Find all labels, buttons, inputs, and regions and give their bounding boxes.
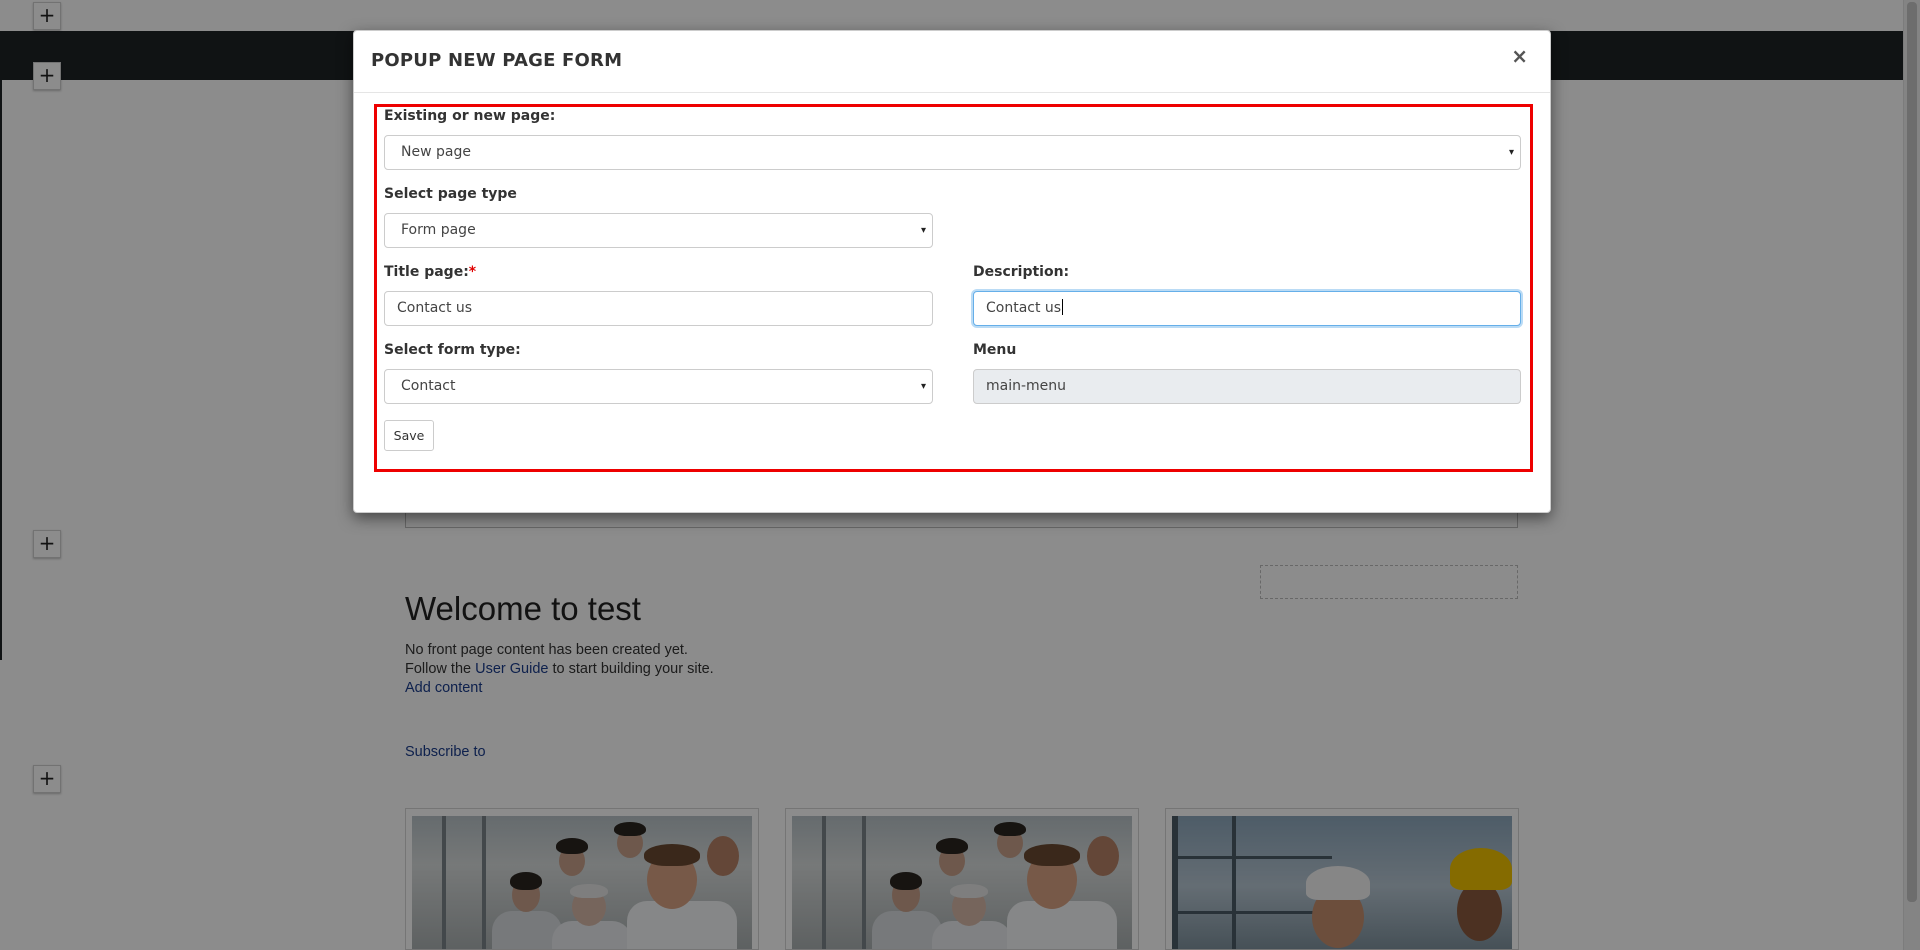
modal-header: POPUP NEW PAGE FORM × [354,31,1550,93]
title-page-label-text: Title page: [384,264,469,280]
save-button[interactable]: Save [384,420,434,451]
description-value-wrap: Contact us [986,292,1064,325]
menu-input: main-menu [973,369,1521,404]
dropdown-caret-icon: ▾ [920,225,926,236]
dropdown-caret-icon: ▾ [1508,147,1514,158]
form-type-label: Select form type: [384,342,521,358]
page-type-value: Form page [401,222,476,238]
menu-label: Menu [973,342,1017,358]
new-page-modal: POPUP NEW PAGE FORM × [353,30,1551,513]
page-type-label: Select page type [384,186,517,202]
required-marker: * [468,264,477,280]
title-page-value: Contact us [397,300,473,316]
title-page-input[interactable]: Contact us [384,291,933,326]
existing-or-new-label: Existing or new page: [384,108,556,124]
form-type-value: Contact [401,378,456,394]
existing-or-new-value: New page [401,144,471,160]
description-label: Description: [973,264,1070,280]
text-cursor [1062,299,1064,315]
description-value: Contact us [986,300,1062,316]
existing-or-new-select[interactable]: New page ▾ [384,135,1521,170]
page-type-select[interactable]: Form page ▾ [384,213,933,248]
menu-value: main-menu [986,378,1067,394]
description-input[interactable]: Contact us [973,291,1521,326]
form-type-select[interactable]: Contact ▾ [384,369,933,404]
dropdown-caret-icon: ▾ [920,381,926,392]
close-icon[interactable]: × [1511,46,1528,66]
title-page-label: Title page:* [384,264,476,280]
modal-title: POPUP NEW PAGE FORM [371,50,623,71]
